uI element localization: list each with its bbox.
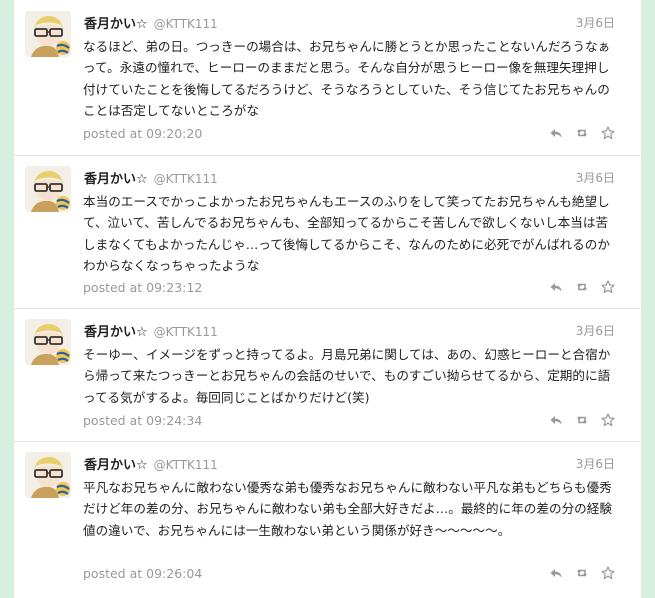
tweet-actions [549,566,615,580]
tweet-date[interactable]: 3月6日 [576,14,615,31]
reply-icon[interactable] [549,566,563,580]
tweet-text: なるほど、弟の日。つっきーの場合は、お兄ちゃんに勝とうとか思ったことないんだろう… [83,39,611,118]
retweet-icon[interactable] [575,413,589,427]
tweet: 香月かい☆ @KTTK111 3月6日 そーゆー、イメージをずっと持ってるよ。月島… [14,308,641,442]
user-name[interactable]: 香月かい☆ @KTTK111 [84,321,218,340]
posted-time[interactable]: posted at 09:24:34 [83,413,202,428]
user-handle[interactable]: @KTTK111 [154,325,218,339]
avatar[interactable] [25,452,71,498]
avatar[interactable] [25,166,71,212]
tweet-actions [549,280,615,294]
user-name[interactable]: 香月かい☆ @KTTK111 [84,13,218,32]
user-handle[interactable]: @KTTK111 [154,172,218,186]
reply-icon[interactable] [549,280,563,294]
user-handle[interactable]: @KTTK111 [154,17,218,31]
posted-time[interactable]: posted at 09:23:12 [83,280,202,295]
tweet: 香月かい☆ @KTTK111 3月6日 本当のエースでかっこよかったお兄ちゃんもエ… [14,155,641,309]
posted-time[interactable]: posted at 09:20:20 [83,126,202,141]
tweet-text: 平凡なお兄ちゃんに敵わない優秀な弟も優秀なお兄ちゃんに敵わない平凡な弟もどちらも… [83,480,612,538]
tweet-actions [549,413,615,427]
reply-icon[interactable] [549,413,563,427]
user-name[interactable]: 香月かい☆ @KTTK111 [84,454,218,473]
tweet: 香月かい☆ @KTTK111 3月6日 平凡なお兄ちゃんに敵わない優秀な弟も優秀な… [14,441,641,598]
tweet: 香月かい☆ @KTTK111 3月6日 なるほど、弟の日。つっきーの場合は、お兄ち… [14,0,641,156]
tweet-text: 本当のエースでかっこよかったお兄ちゃんもエースのふりをして笑ってたお兄ちゃんも絶… [83,194,610,273]
posted-time[interactable]: posted at 09:26:04 [83,566,202,581]
reply-icon[interactable] [549,126,563,140]
retweet-icon[interactable] [575,126,589,140]
timeline: 香月かい☆ @KTTK111 3月6日 なるほど、弟の日。つっきーの場合は、お兄ち… [14,0,641,598]
favorite-icon[interactable] [601,413,615,427]
tweet-actions [549,126,615,140]
tweet-date[interactable]: 3月6日 [576,455,615,472]
retweet-icon[interactable] [575,566,589,580]
favorite-icon[interactable] [601,280,615,294]
tweet-date[interactable]: 3月6日 [576,322,615,339]
favorite-icon[interactable] [601,126,615,140]
tweet-date[interactable]: 3月6日 [576,169,615,186]
avatar[interactable] [25,11,71,57]
user-name[interactable]: 香月かい☆ @KTTK111 [84,168,218,187]
retweet-icon[interactable] [575,280,589,294]
favorite-icon[interactable] [601,566,615,580]
tweet-text: そーゆー、イメージをずっと持ってるよ。月島兄弟に関しては、あの、幻惑ヒーローと合… [83,347,611,405]
avatar[interactable] [25,319,71,365]
user-handle[interactable]: @KTTK111 [154,458,218,472]
